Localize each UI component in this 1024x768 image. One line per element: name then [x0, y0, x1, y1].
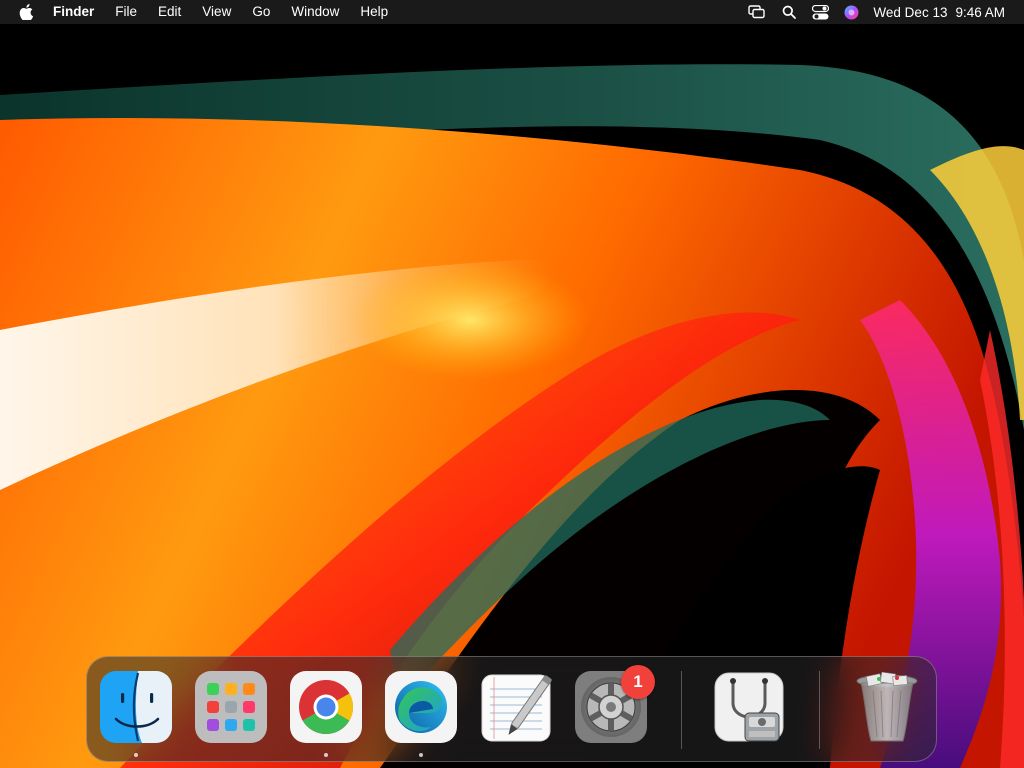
chrome-icon: [288, 669, 364, 745]
dock-item-textedit[interactable]: [478, 669, 554, 747]
menu-help[interactable]: Help: [360, 0, 388, 24]
menu-view[interactable]: View: [202, 0, 231, 24]
dock-item-disk-utility[interactable]: [711, 669, 787, 747]
menu-edit[interactable]: Edit: [158, 0, 181, 24]
menu-go[interactable]: Go: [252, 0, 270, 24]
dock-item-edge[interactable]: [383, 669, 459, 757]
siri-icon[interactable]: [843, 0, 859, 24]
launchpad-icon: [193, 669, 269, 745]
dock-separator: [681, 671, 682, 749]
running-indicator: [324, 753, 328, 757]
edge-icon: [383, 669, 459, 745]
dock-item-chrome[interactable]: [288, 669, 364, 757]
disk-utility-icon: [711, 669, 787, 745]
menu-file[interactable]: File: [115, 0, 137, 24]
finder-icon: [98, 669, 174, 745]
menu-app-name[interactable]: Finder: [53, 0, 94, 24]
menu-bar: Finder File Edit View Go Window Help Wed…: [0, 0, 1024, 24]
apple-menu-icon[interactable]: [19, 4, 35, 20]
running-indicator: [134, 753, 138, 757]
screen-mirroring-icon[interactable]: [746, 0, 768, 24]
menubar-clock[interactable]: Wed Dec 13 9:46 AM: [873, 5, 1005, 20]
trash-icon: [849, 669, 925, 745]
dock: 1: [86, 656, 937, 762]
desktop-wallpaper: [0, 0, 1024, 768]
dock-item-trash[interactable]: [849, 669, 925, 747]
control-center-icon[interactable]: [811, 0, 829, 24]
search-icon[interactable]: [780, 0, 798, 24]
clock-date: Wed Dec 13: [873, 4, 948, 20]
notification-badge: 1: [621, 665, 655, 699]
dock-item-system-preferences[interactable]: 1: [573, 665, 655, 747]
running-indicator: [419, 753, 423, 757]
dock-item-finder[interactable]: [98, 669, 174, 757]
dock-separator: [819, 671, 820, 749]
dock-item-launchpad[interactable]: [193, 669, 269, 747]
textedit-icon: [478, 669, 554, 745]
clock-time: 9:46 AM: [955, 4, 1005, 20]
menu-window[interactable]: Window: [291, 0, 339, 24]
